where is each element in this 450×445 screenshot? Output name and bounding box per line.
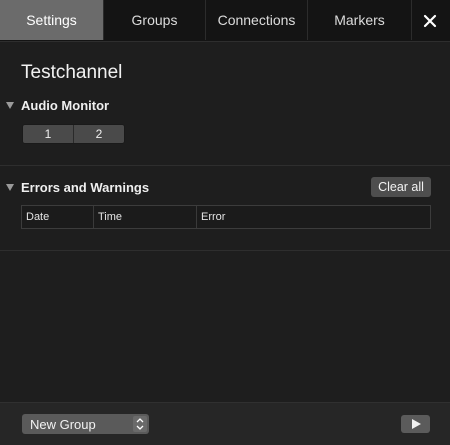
tab-groups[interactable]: Groups — [104, 0, 206, 40]
tab-label: Groups — [131, 12, 178, 28]
errors-header[interactable]: Errors and Warnings — [6, 180, 149, 195]
monitor-button-1[interactable]: 1 — [23, 125, 73, 143]
disclosure-triangle-icon[interactable] — [6, 184, 14, 191]
footer-bar: New Group — [0, 402, 450, 445]
audio-monitor-header[interactable]: Audio Monitor — [6, 98, 109, 113]
play-icon — [411, 419, 421, 429]
column-header-date[interactable]: Date — [22, 206, 94, 228]
column-header-error[interactable]: Error — [197, 206, 430, 228]
errors-title: Errors and Warnings — [21, 180, 150, 195]
tab-settings[interactable]: Settings — [0, 0, 104, 40]
close-icon — [423, 14, 437, 27]
section-divider — [0, 250, 450, 251]
section-divider — [0, 165, 450, 166]
play-button[interactable] — [401, 415, 430, 433]
monitor-button-2[interactable]: 2 — [73, 125, 124, 143]
errors-table: Date Time Error — [21, 205, 431, 229]
disclosure-triangle-icon[interactable] — [6, 102, 14, 109]
tab-label: Settings — [26, 12, 77, 28]
channel-title: Testchannel — [21, 62, 123, 83]
group-select[interactable]: New Group — [22, 414, 149, 434]
clear-all-button[interactable]: Clear all — [371, 177, 431, 197]
tab-label: Markers — [334, 12, 385, 28]
tab-bar: Settings Groups Connections Markers — [0, 0, 450, 42]
tab-markers[interactable]: Markers — [308, 0, 412, 40]
close-button[interactable] — [412, 0, 448, 41]
column-header-time[interactable]: Time — [94, 206, 197, 228]
tab-label: Connections — [217, 12, 296, 28]
settings-panel: Settings Groups Connections Markers Test… — [0, 0, 450, 445]
chevron-updown-icon — [133, 416, 147, 432]
audio-monitor-title: Audio Monitor — [21, 98, 110, 113]
group-select-value: New Group — [30, 416, 96, 432]
audio-monitor-buttons: 1 2 — [22, 124, 125, 144]
tab-connections[interactable]: Connections — [206, 0, 308, 40]
